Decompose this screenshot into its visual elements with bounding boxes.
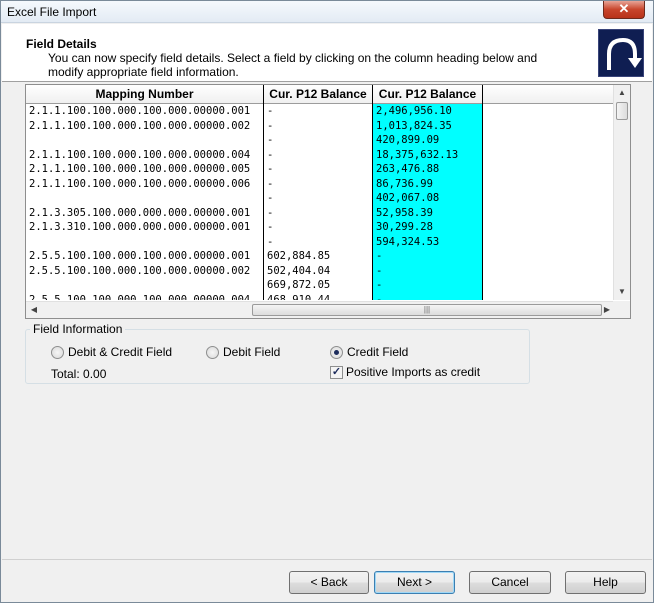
table-cell: 2.5.5.100.100.000.100.000.00000.002 <box>29 264 251 277</box>
window-title: Excel File Import <box>7 5 97 19</box>
table-cell: 2.1.3.305.100.000.000.000.00000.001 <box>29 206 251 219</box>
radio-button[interactable] <box>330 345 343 359</box>
table-cell: 402,067.08 <box>376 192 440 204</box>
column-header-balance-2[interactable]: Cur. P12 Balance <box>373 85 483 104</box>
table-cell: 2.1.1.100.100.000.100.000.00000.004 <box>29 148 251 161</box>
table-cell: - <box>267 163 274 175</box>
page-description: You can now specify field details. Selec… <box>48 51 538 79</box>
table-cell: 2,496,956.10 <box>376 105 452 117</box>
column-header-balance-1[interactable]: Cur. P12 Balance <box>264 85 373 104</box>
table-cell: - <box>267 221 274 233</box>
page-title: Field Details <box>26 37 97 51</box>
help-button[interactable]: Help <box>565 571 646 594</box>
scroll-down-icon[interactable]: ▼ <box>614 284 630 300</box>
radio-credit-field[interactable]: Credit Field <box>330 345 408 359</box>
arrow-curve-icon <box>598 29 644 77</box>
table-cell: - <box>376 293 383 301</box>
wizard-header: Field Details You can now specify field … <box>2 24 652 82</box>
radio-debit-credit-field[interactable]: Debit & Credit Field <box>51 345 172 359</box>
back-button[interactable]: < Back <box>289 571 369 594</box>
table-cell: - <box>267 192 274 204</box>
table-cell: 2.1.1.100.100.000.100.000.00000.001 <box>29 105 251 117</box>
table-cell: 30,299.28 <box>376 221 433 233</box>
table-cell: 2.1.1.100.100.000.100.000.00000.002 <box>29 119 251 132</box>
column-separator <box>482 85 483 300</box>
scroll-left-icon[interactable]: ◀ <box>26 302 42 318</box>
table-cell: - <box>267 235 274 248</box>
table-cell: 2.5.5.100.100.000.100.000.00000.001 <box>29 250 251 262</box>
column-balance-2-selected[interactable]: 2,496,956.10 1,013,824.35 420,899.09 18,375… <box>373 104 483 300</box>
horizontal-scrollbar[interactable]: ◀ ||| ▶ <box>26 301 615 318</box>
excel-import-window: Excel File Import ✕ Field Details You ca… <box>0 0 654 603</box>
table-cell: 1,013,824.35 <box>376 119 452 132</box>
field-information-group: Field Information Debit & Credit Field D… <box>25 322 530 384</box>
field-information-legend: Field Information <box>30 322 126 336</box>
radio-debit-field[interactable]: Debit Field <box>206 345 280 359</box>
horizontal-scroll-thumb[interactable]: ||| <box>252 304 602 316</box>
radio-button[interactable] <box>206 345 219 359</box>
checkbox-label: Positive Imports as credit <box>346 365 481 379</box>
table-cell: 602,884.85 <box>267 250 331 262</box>
table-cell <box>26 235 264 250</box>
table-cell: 468,910.44 <box>267 293 331 301</box>
positive-imports-checkbox[interactable]: ✓ Positive Imports as credit <box>330 365 480 379</box>
total-value: Total: 0.00 <box>51 367 107 381</box>
column-header-mapping-number[interactable]: Mapping Number <box>26 85 264 104</box>
table-cell: 594,324.53 <box>376 235 440 248</box>
table-cell: - <box>267 119 274 132</box>
table-cell: 420,899.09 <box>376 134 440 146</box>
column-header-empty <box>483 85 615 104</box>
data-grid[interactable]: Mapping Number Cur. P12 Balance Cur. P12… <box>25 84 631 319</box>
next-button[interactable]: Next > <box>374 571 455 594</box>
column-separator <box>372 85 373 300</box>
column-separator <box>263 85 264 300</box>
table-cell: - <box>267 177 274 190</box>
checkbox-check-icon[interactable]: ✓ <box>330 365 343 379</box>
table-cell: 2.1.1.100.100.000.100.000.00000.006 <box>29 177 251 190</box>
table-cell: 52,958.39 <box>376 206 433 219</box>
column-balance-1: - - - - - - - - - - 602,884.85 502,404.04 669,872.05… <box>264 104 373 300</box>
scroll-up-icon[interactable]: ▲ <box>614 85 630 101</box>
footer-divider <box>2 559 652 560</box>
radio-label: Debit Field <box>223 345 281 359</box>
table-cell: - <box>267 206 274 219</box>
table-cell: 86,736.99 <box>376 177 433 190</box>
table-cell <box>26 133 264 148</box>
table-cell <box>26 191 264 206</box>
scrollbar-corner <box>613 301 630 318</box>
table-cell <box>26 278 264 293</box>
table-cell: 18,375,632.13 <box>376 148 459 161</box>
radio-label: Debit & Credit Field <box>68 345 173 359</box>
table-cell: 263,476.88 <box>376 163 440 175</box>
table-cell: - <box>267 134 274 146</box>
radio-button[interactable] <box>51 345 64 359</box>
table-cell: - <box>376 250 383 262</box>
vertical-scroll-thumb[interactable] <box>616 102 628 120</box>
table-cell: 2.5.5.100.100.000.100.000.00000.004 <box>29 293 251 301</box>
table-cell: 2.1.3.310.100.000.000.000.00000.001 <box>29 221 251 233</box>
table-cell: - <box>267 148 274 161</box>
radio-label: Credit Field <box>347 345 409 359</box>
close-button[interactable]: ✕ <box>603 1 645 19</box>
table-cell: 669,872.05 <box>267 279 331 291</box>
column-mapping-number: 2.1.1.100.100.000.100.000.00000.001 2.1.1… <box>26 104 264 300</box>
table-cell: 2.1.1.100.100.000.100.000.00000.005 <box>29 163 251 175</box>
table-cell: 502,404.04 <box>267 264 331 277</box>
title-bar[interactable]: Excel File Import ✕ <box>1 1 653 23</box>
vertical-scrollbar[interactable]: ▲ ▼ <box>613 85 630 300</box>
table-cell: - <box>267 105 274 117</box>
table-cell: - <box>376 279 383 291</box>
cancel-button[interactable]: Cancel <box>469 571 551 594</box>
table-cell: - <box>376 264 383 277</box>
